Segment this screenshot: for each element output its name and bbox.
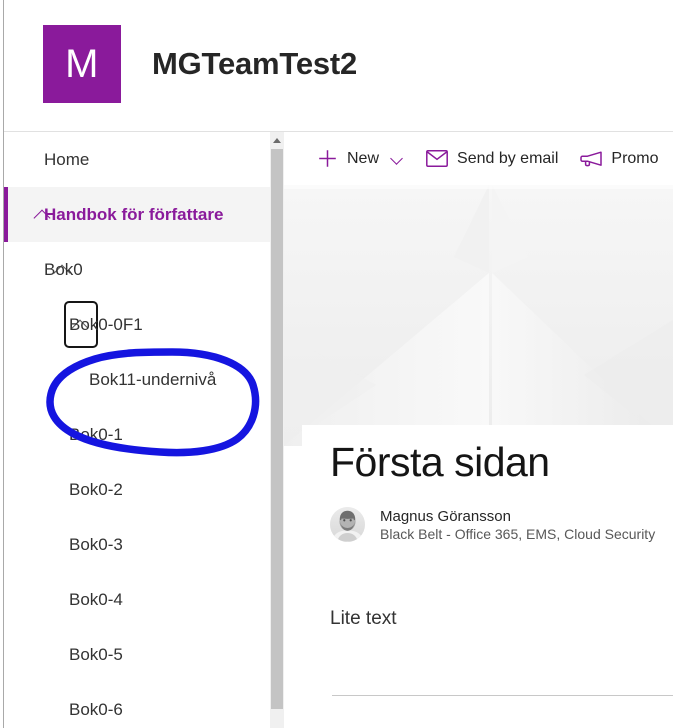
hero-geometric-pattern [284,185,673,446]
app-root: M MGTeamTest2 Home Handbok för författare… [0,0,673,728]
nav-item-label: Handbok för författare [44,204,224,224]
nav-item-label: Bok0-5 [69,644,123,664]
chevron-down-icon[interactable] [390,152,404,166]
nav-scrollbar[interactable] [270,132,284,728]
nav-item-handbok-f-r-f-rfattare[interactable]: Handbok för författare [4,187,270,242]
command-bar: New Send by email Promo [284,132,673,185]
author-role: Black Belt - Office 365, EMS, Cloud Secu… [380,525,656,542]
command-new-button[interactable]: New [317,142,404,176]
page-body-text: Lite text [330,608,397,629]
command-button-label: Send by email [457,149,559,167]
author-name[interactable]: Magnus Göransson [380,508,655,525]
nav-scrollbar-thumb[interactable] [271,149,283,709]
nav-item-label: Bok0-6 [69,699,123,719]
hero-banner-image [284,185,673,446]
site-logo[interactable]: M [43,25,121,103]
command-button-label: New [347,149,380,167]
nav-item-label: Bok0-4 [69,589,123,609]
nav-item-bok0[interactable]: Bok0 [4,242,270,297]
nav-item-bok0-4[interactable]: Bok0-4 [4,572,270,627]
command-promo-button[interactable]: Promo [580,142,659,176]
nav-item-label: Bok0-0F1 [69,314,143,334]
nav-item-label: Bok0-1 [69,424,123,444]
page-byline: Magnus Göransson Black Belt - Office 365… [330,507,655,542]
nav-item-bok0-3[interactable]: Bok0-3 [4,517,270,572]
plus-icon [317,148,338,169]
nav-item-label: Bok0-2 [69,479,123,499]
command-send-by-email-button[interactable]: Send by email [426,142,558,176]
megaphone-icon [580,150,603,167]
nav-item-label: Bok0 [44,259,83,279]
page-title: Första sidan [330,439,550,485]
nav-selection-indicator [4,187,8,242]
nav-item-bok11-underniv[interactable]: Bok11-undernivå [4,352,270,407]
nav-item-label: Bok11-undernivå [89,369,217,389]
nav-item-label: Home [44,149,90,169]
nav-item-bok0-5[interactable]: Bok0-5 [4,627,270,682]
command-button-label: Promo [611,149,659,167]
site-title: MGTeamTest2 [152,46,358,81]
left-navigation: Home Handbok för författare Bok0 Bok0-0F1 Bo… [4,132,270,728]
site-logo-letter: M [65,42,99,86]
scroll-up-arrow-icon[interactable] [270,132,284,148]
page-content-card: Första sidan Magnus Göransson Black Belt… [302,425,673,728]
nav-item-label: Bok0-3 [69,534,123,554]
avatar[interactable] [330,507,365,542]
nav-item-bok0-0f1[interactable]: Bok0-0F1 [4,297,270,352]
nav-item-bok0-1[interactable]: Bok0-1 [4,407,270,462]
site-header: M MGTeamTest2 [4,0,673,131]
nav-item-home[interactable]: Home [4,132,270,187]
nav-item-bok0-2[interactable]: Bok0-2 [4,462,270,517]
user-photo-avatar-icon [330,507,365,542]
content-divider [332,695,673,696]
main-content: New Send by email Promo Första sidan Mag… [284,132,673,728]
envelope-icon [426,150,448,167]
nav-item-bok0-6[interactable]: Bok0-6 [4,682,270,728]
